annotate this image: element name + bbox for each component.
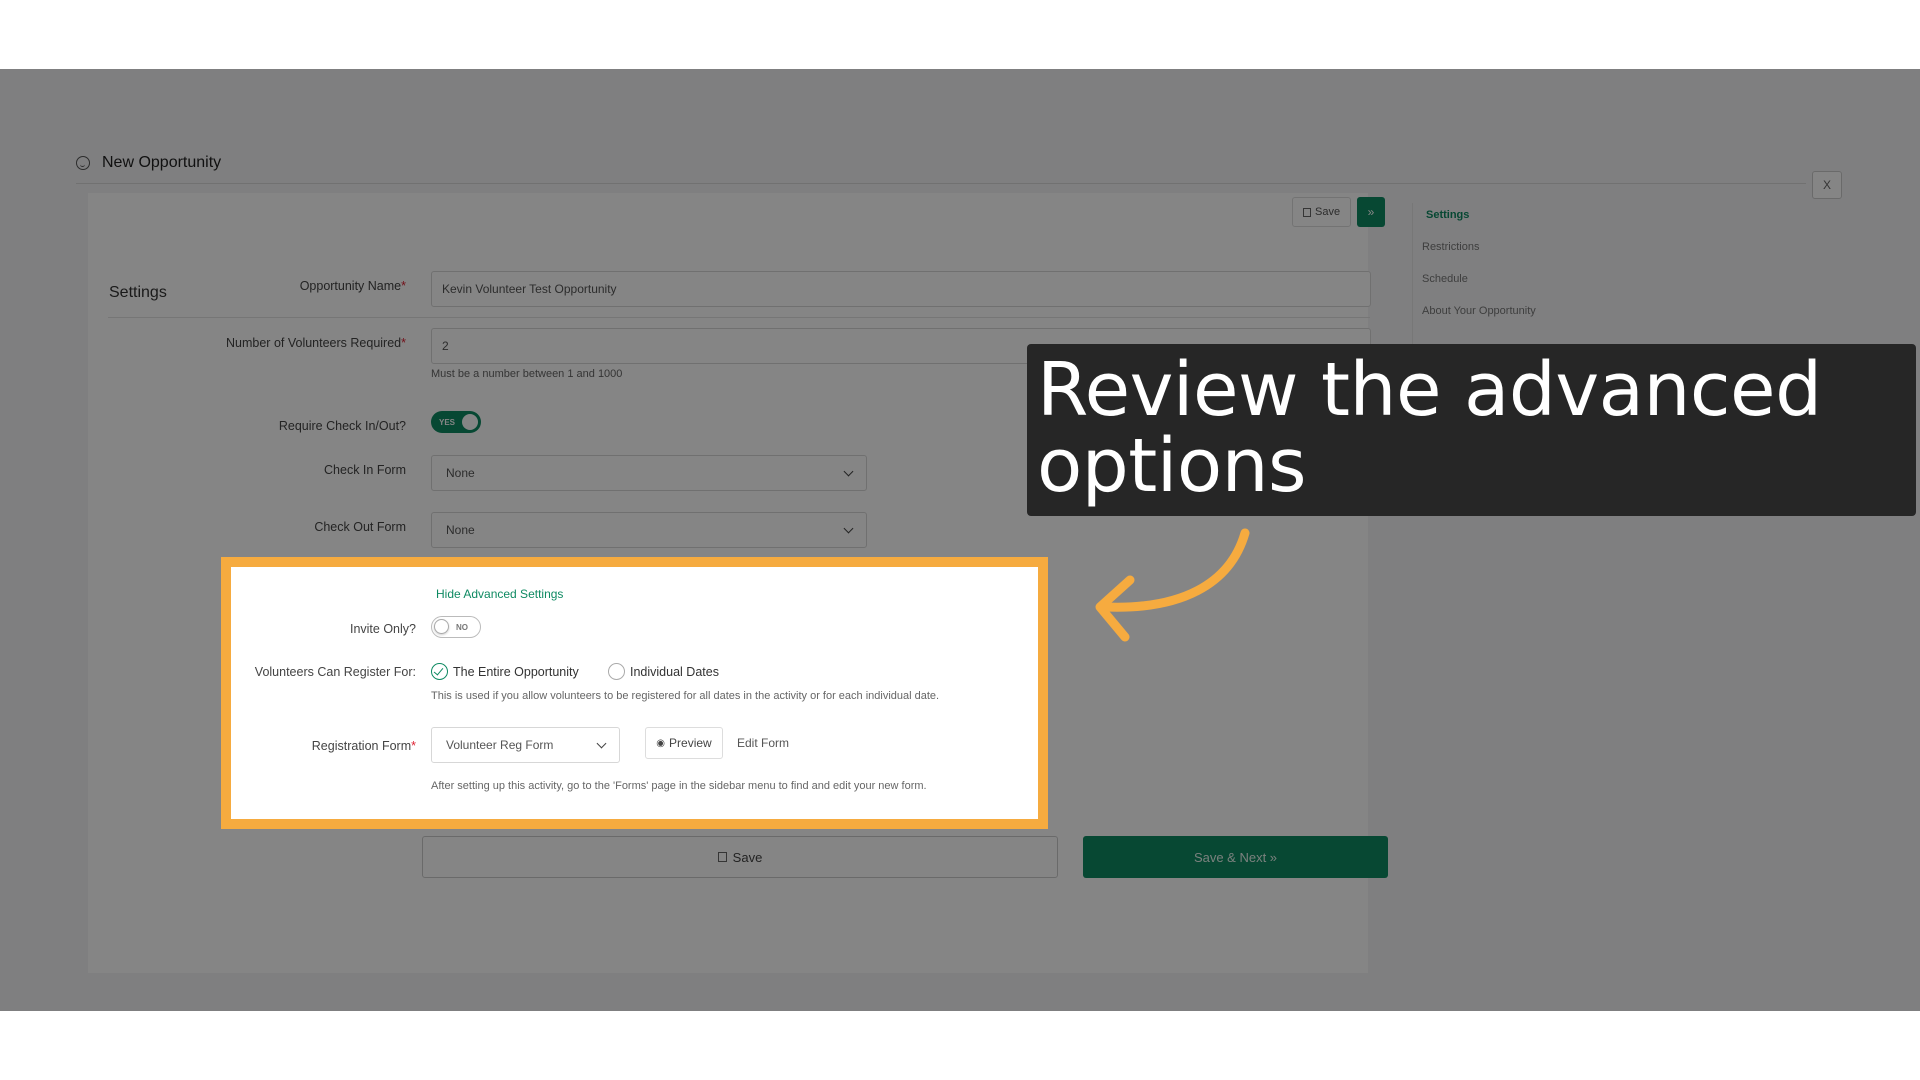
preview-label: Preview: [669, 736, 712, 750]
check-out-form-select[interactable]: None: [431, 512, 867, 548]
registration-form-label: Registration Form*: [96, 739, 416, 753]
callout-text: Review the advanced options: [1037, 347, 1822, 509]
require-check-label: Require Check In/Out?: [278, 419, 406, 433]
hide-advanced-link[interactable]: Hide Advanced Settings: [436, 587, 563, 601]
registration-form-help: After setting up this activity, go to th…: [431, 780, 927, 792]
radio-entire-opportunity-label: The Entire Opportunity: [453, 665, 579, 679]
header-divider: [76, 183, 1806, 184]
toggle-knob: [434, 619, 449, 634]
invite-only-label: Invite Only?: [349, 622, 416, 636]
edit-form-link[interactable]: Edit Form: [737, 736, 789, 750]
register-for-help: This is used if you allow volunteers to …: [431, 690, 940, 702]
require-check-toggle[interactable]: YES: [431, 411, 481, 433]
volunteers-required-label-text: Number of Volunteers Required: [226, 336, 402, 350]
smile-icon: [76, 156, 90, 170]
registration-form-label-text: Registration Form: [311, 739, 412, 753]
required-mark: *: [411, 739, 416, 753]
advanced-settings-panel: Hide Advanced Settings Invite Only? NO V…: [221, 557, 1048, 829]
chevron-down-icon: [596, 738, 607, 748]
volunteers-required-help: Must be a number between 1 and 1000: [431, 368, 623, 380]
invite-only-toggle[interactable]: NO: [431, 616, 481, 638]
chevron-down-icon: [843, 466, 854, 476]
section-divider: [108, 317, 1370, 318]
opportunity-name-label: Opportunity Name*: [86, 279, 406, 293]
preview-button[interactable]: ◉ Preview: [645, 727, 723, 759]
register-for-label: Volunteers Can Register For:: [254, 665, 416, 679]
bottom-save-label: Save: [732, 849, 763, 865]
side-nav-item-restrictions[interactable]: Restrictions: [1410, 241, 1620, 253]
opportunity-name-input[interactable]: Kevin Volunteer Test Opportunity: [431, 271, 1371, 307]
radio-individual-dates-label: Individual Dates: [630, 665, 719, 679]
top-save-button[interactable]: Save: [1292, 197, 1352, 227]
chevron-down-icon: [843, 523, 854, 533]
side-nav-item-schedule[interactable]: Schedule: [1410, 273, 1620, 285]
toggle-knob: [462, 414, 478, 430]
save-next-button[interactable]: Save & Next »: [1083, 836, 1388, 878]
check-in-form-select[interactable]: None: [431, 455, 867, 491]
save-icon: [717, 852, 727, 862]
top-save-label: Save: [1315, 206, 1341, 218]
volunteers-required-label: Number of Volunteers Required*: [86, 336, 406, 350]
check-in-form-label: Check In Form: [324, 463, 406, 477]
save-icon: [1303, 207, 1311, 217]
app-content: New Opportunity X Settings Save » Settin…: [0, 69, 1920, 1011]
require-check-toggle-state: YES: [439, 417, 456, 427]
required-mark: *: [401, 336, 406, 350]
eye-icon: ◉: [656, 737, 666, 749]
invite-only-toggle-state: NO: [456, 622, 468, 632]
bottom-save-button[interactable]: Save: [422, 836, 1058, 878]
required-mark: *: [401, 279, 406, 293]
check-in-form-value: None: [446, 466, 475, 480]
registration-form-select[interactable]: Volunteer Reg Form: [431, 727, 620, 763]
side-nav: Settings Restrictions Schedule About You…: [1410, 209, 1620, 337]
registration-form-value: Volunteer Reg Form: [446, 738, 554, 752]
tutorial-callout: Review the advanced options: [1027, 344, 1916, 516]
check-out-form-value: None: [446, 523, 475, 537]
side-nav-item-about[interactable]: About Your Opportunity: [1410, 305, 1620, 317]
page-title: New Opportunity: [102, 154, 222, 171]
opportunity-name-label-text: Opportunity Name: [299, 279, 402, 293]
side-nav-item-settings[interactable]: Settings: [1414, 209, 1620, 221]
curved-arrow-icon: [1095, 528, 1250, 642]
radio-entire-opportunity[interactable]: [431, 663, 448, 680]
top-next-button[interactable]: »: [1357, 197, 1385, 227]
app-viewport: New Opportunity X Settings Save » Settin…: [0, 69, 1920, 1011]
close-button[interactable]: X: [1812, 171, 1842, 199]
page-header: New Opportunity: [76, 151, 221, 175]
radio-individual-dates[interactable]: [608, 663, 625, 680]
check-out-form-label: Check Out Form: [314, 520, 406, 534]
